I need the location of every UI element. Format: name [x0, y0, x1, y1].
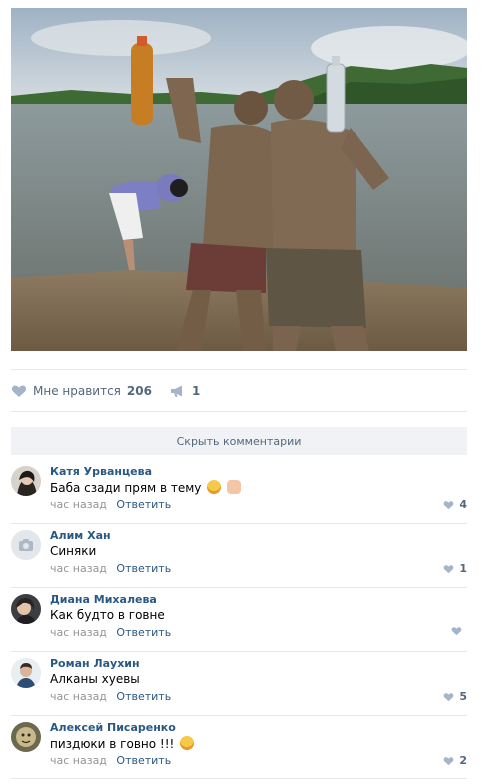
avatar[interactable]: [11, 658, 41, 688]
heart-icon: [444, 692, 454, 701]
reply-link[interactable]: Ответить: [116, 498, 171, 511]
avatar[interactable]: [11, 530, 41, 560]
comment-like-count: 2: [459, 754, 467, 767]
comment-like-button[interactable]: 1: [443, 562, 467, 575]
comment-item: Катя Урванцева Баба сзади прям в тему ча…: [11, 460, 467, 524]
avatar[interactable]: [11, 466, 41, 496]
comment-text: Синяки: [50, 544, 97, 558]
heart-icon: [444, 564, 454, 573]
share-button[interactable]: 1: [170, 384, 200, 398]
heart-icon: [444, 500, 454, 509]
comment-item: Алексей Писаренко пиздюки в говно !!! ча…: [11, 716, 467, 780]
heart-icon: [444, 756, 454, 765]
like-button[interactable]: Мне нравится 206: [11, 384, 152, 398]
laughing-tears-emoji: [207, 480, 222, 494]
comment-text: Алканы хуевы: [50, 672, 140, 686]
like-count: 206: [126, 384, 152, 398]
comment-text: Баба сзади прям в тему: [50, 480, 242, 495]
comment-meta: час назад Ответить: [50, 626, 171, 639]
comment-like-button[interactable]: 2: [443, 754, 467, 767]
comment-author[interactable]: Диана Михалева: [50, 593, 157, 606]
comment-like-count: 1: [459, 562, 467, 575]
comment-time: час назад: [50, 498, 107, 511]
comment-time: час назад: [50, 562, 107, 575]
comment-text: Как будто в говне: [50, 608, 165, 622]
comment-time: час назад: [50, 754, 107, 767]
hide-comments-button[interactable]: Скрыть комментарии: [11, 427, 467, 455]
comment-like-button[interactable]: [451, 626, 467, 636]
comment-text-content: пиздюки в говно !!!: [50, 737, 175, 751]
comment-author[interactable]: Алим Хан: [50, 529, 111, 542]
megaphone-icon: [170, 385, 182, 397]
comment-like-button[interactable]: 5: [443, 690, 467, 703]
reply-link[interactable]: Ответить: [116, 690, 171, 703]
comment-author[interactable]: Алексей Писаренко: [50, 721, 176, 734]
comment-like-count: 5: [459, 690, 467, 703]
avatar[interactable]: [11, 722, 41, 752]
heart-icon: [451, 627, 462, 636]
comments-list: Катя Урванцева Баба сзади прям в тему ча…: [11, 460, 467, 780]
comment-item: Диана Михалева Как будто в говне час наз…: [11, 588, 467, 652]
ok-hand-emoji: [227, 480, 242, 494]
comment-item: Роман Лаухин Алканы хуевы час назад Отве…: [11, 652, 467, 716]
comment-meta: час назад Ответить: [50, 562, 171, 575]
like-label: Мне нравится: [33, 384, 121, 398]
divider: [11, 369, 467, 370]
comment-text-content: Баба сзади прям в тему: [50, 481, 202, 495]
divider: [11, 778, 467, 779]
comment-author[interactable]: Катя Урванцева: [50, 465, 152, 478]
reply-link[interactable]: Ответить: [116, 626, 171, 639]
comment-like-button[interactable]: 4: [443, 498, 467, 511]
comment-time: час назад: [50, 626, 107, 639]
comment-meta: час назад Ответить: [50, 498, 171, 511]
comment-author[interactable]: Роман Лаухин: [50, 657, 140, 670]
reply-link[interactable]: Ответить: [116, 562, 171, 575]
post-photo[interactable]: [11, 8, 467, 351]
heart-icon: [11, 385, 27, 397]
comment-time: час назад: [50, 690, 107, 703]
comment-item: Алим Хан Синяки час назад Ответить 1: [11, 524, 467, 588]
divider: [11, 411, 467, 412]
comment-text: пиздюки в говно !!!: [50, 736, 195, 751]
comment-meta: час назад Ответить: [50, 754, 171, 767]
grinning-squint-emoji: [180, 736, 195, 750]
comment-like-count: 4: [459, 498, 467, 511]
reply-link[interactable]: Ответить: [116, 754, 171, 767]
comment-meta: час назад Ответить: [50, 690, 171, 703]
avatar[interactable]: [11, 594, 41, 624]
post-actions: Мне нравится 206 1: [11, 380, 218, 402]
share-count: 1: [191, 384, 201, 398]
